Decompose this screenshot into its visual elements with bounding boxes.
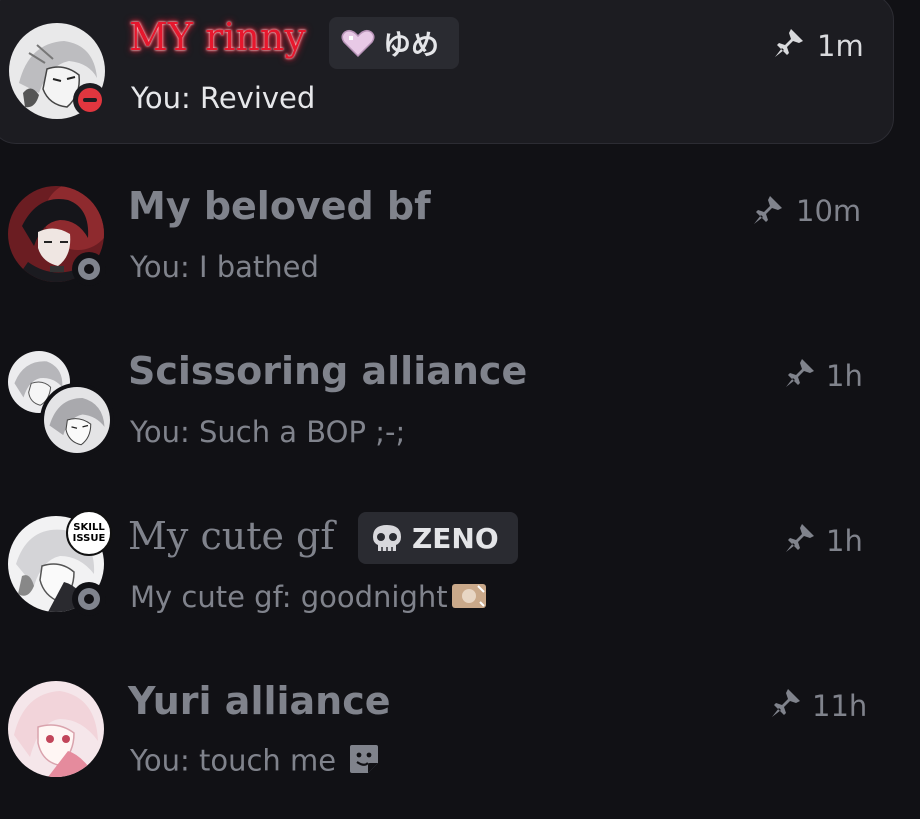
last-message-preview: You: I bathed [130,250,319,284]
preview-text: You: touch me [130,743,337,778]
sticker-icon [348,743,380,782]
dm-row-my-cute-gf[interactable]: SKILL ISSUE My cute gf ZENO My cute gf: … [0,490,920,655]
pin-icon [770,687,802,719]
avatar-decoration-badge: SKILL ISSUE [66,510,112,556]
group-avatar-front [40,383,114,457]
timestamp: 1h [826,359,863,393]
tag-label: ZENO [412,521,499,555]
dm-row-my-rinny[interactable]: MY rinny ゆめ You: Revived 1m [0,0,894,144]
offline-status-icon [72,252,106,286]
last-message-preview: You: Such a BOP ;-; [130,415,406,449]
pin-icon [784,522,816,554]
dm-list: MY rinny ゆめ You: Revived 1m My beloved b… [0,0,920,819]
heart-icon [341,29,375,58]
last-message-preview: You: Revived [131,81,316,115]
dm-row-yuri-alliance[interactable]: Yuri alliance You: touch me 11h [0,655,920,819]
preview-text: My cute gf: goodnight [130,580,448,614]
offline-status-icon [72,582,106,616]
dm-row-scissoring-alliance[interactable]: Scissoring alliance You: Such a BOP ;-; … [0,325,920,490]
sticker-emoji-icon [451,582,486,617]
clan-tag[interactable]: ゆめ [329,17,459,69]
dnd-status-icon [73,83,107,117]
conversation-name: My cute gf [128,514,335,558]
timestamp: 10m [796,194,862,228]
timestamp: 1m [817,29,864,63]
clan-tag[interactable]: ZENO [358,512,518,564]
timestamp: 1h [826,524,863,558]
conversation-name: Yuri alliance [128,679,391,723]
timestamp: 11h [812,689,868,723]
conversation-name: Scissoring alliance [128,349,528,393]
skull-icon [373,525,401,551]
pin-icon [773,27,805,59]
last-message-preview: You: touch me [130,743,380,782]
avatar [8,681,104,777]
last-message-preview: My cute gf: goodnight [130,580,486,617]
tag-label: ゆめ [383,28,440,61]
conversation-name: MY rinny [129,15,306,59]
conversation-name: My beloved bf [128,184,431,228]
pin-icon [752,194,784,226]
pin-icon [784,357,816,389]
dm-row-my-beloved-bf[interactable]: My beloved bf You: I bathed 10m [0,160,920,325]
